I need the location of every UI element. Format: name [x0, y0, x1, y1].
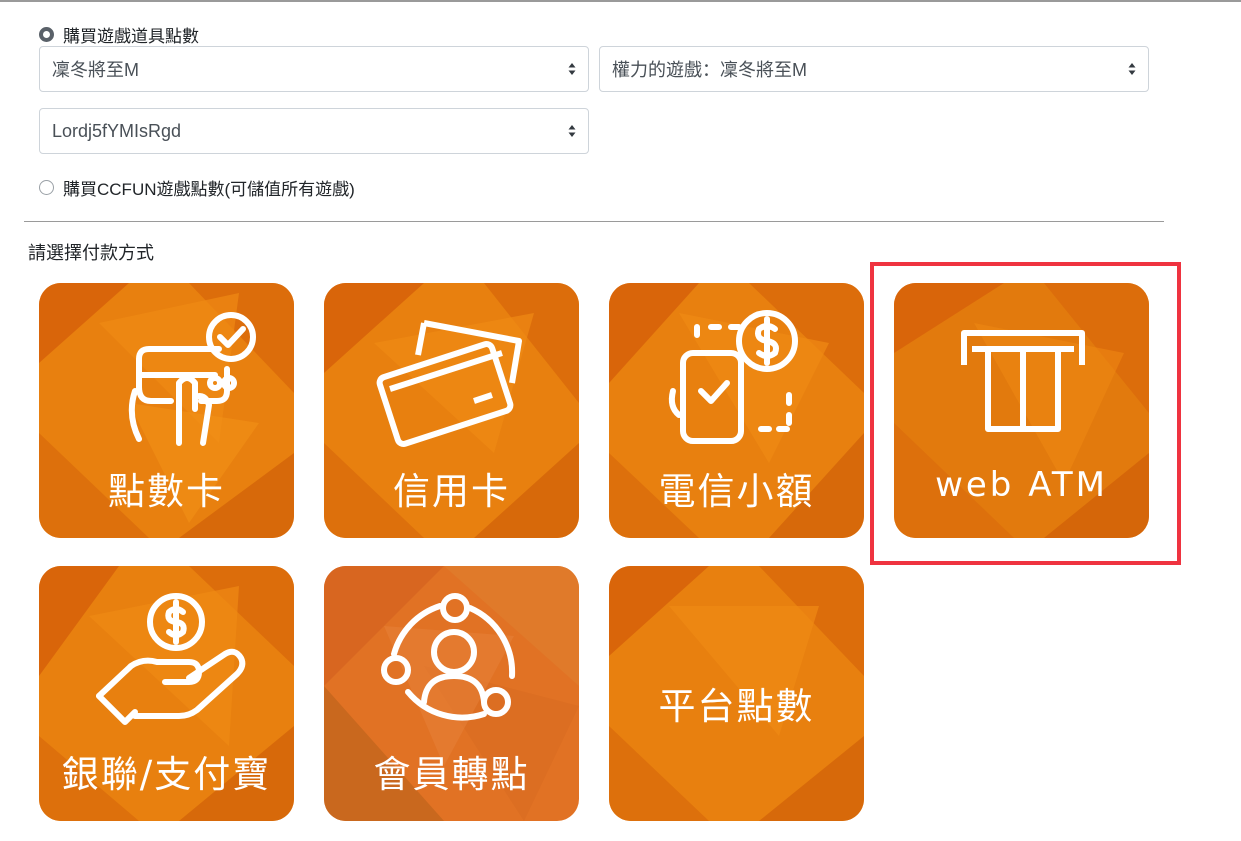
payment-point-card[interactable]: 點數卡: [39, 283, 294, 538]
radio-ccfun-label: 購買CCFUN遊戲點數(可儲值所有遊戲): [63, 180, 355, 199]
payment-member-transfer-label: 會員轉點: [373, 753, 530, 796]
payment-point-card-label: 點數卡: [108, 470, 225, 513]
server-select-value: 凜冬將至M: [52, 60, 139, 80]
select-caret-icon: [568, 125, 576, 137]
payment-platform-points[interactable]: 平台點數: [609, 566, 864, 821]
payment-credit-card[interactable]: 信用卡: [324, 283, 579, 538]
select-caret-icon: [568, 63, 576, 75]
radio-game-items-label: 購買遊戲道具點數: [63, 27, 199, 46]
select-caret-icon: [1128, 63, 1136, 75]
radio-ccfun-row[interactable]: 購買CCFUN遊戲點數(可儲值所有遊戲): [39, 175, 355, 200]
section-divider: [24, 221, 1164, 222]
server-select[interactable]: 凜冬將至M: [39, 46, 589, 92]
radio-ccfun[interactable]: [39, 180, 54, 195]
top-divider: [0, 0, 1241, 2]
payment-member-transfer[interactable]: 會員轉點: [324, 566, 579, 821]
game-select[interactable]: 權力的遊戲：凜冬將至M: [599, 46, 1149, 92]
radio-game-items-row[interactable]: 購買遊戲道具點數: [39, 22, 199, 47]
payment-platform-points-label: 平台點數: [658, 685, 815, 728]
selection-highlight: [870, 262, 1181, 565]
payment-telecom[interactable]: 電信小額: [609, 283, 864, 538]
character-select[interactable]: Lordj5fYMIsRgd: [39, 108, 589, 154]
payment-telecom-label: 電信小額: [658, 470, 815, 513]
radio-game-items[interactable]: [39, 27, 54, 42]
payment-credit-card-label: 信用卡: [393, 470, 510, 513]
payment-heading: 請選擇付款方式: [28, 243, 154, 263]
payment-unionpay-alipay[interactable]: 銀聯/支付寶: [39, 566, 294, 821]
character-select-value: Lordj5fYMIsRgd: [52, 120, 182, 141]
payment-unionpay-alipay-label: 銀聯/支付寶: [61, 753, 272, 796]
game-select-value: 權力的遊戲：凜冬將至M: [612, 60, 807, 80]
